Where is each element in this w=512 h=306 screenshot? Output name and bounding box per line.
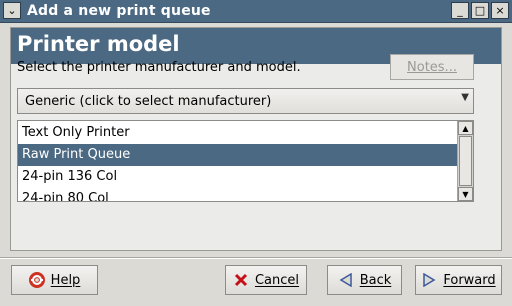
forward-button[interactable]: Forward <box>415 265 502 295</box>
manufacturer-value: Generic (click to select manufacturer) <box>25 94 272 109</box>
list-item-selected[interactable]: Raw Print Queue <box>18 144 457 166</box>
list-scrollbar[interactable]: ▲ ▼ <box>457 121 473 201</box>
maximize-icon: □ <box>474 4 486 17</box>
back-label: Back <box>359 272 392 288</box>
notes-label: Notes... <box>407 59 457 75</box>
minimize-icon: _ <box>457 4 463 17</box>
notes-button[interactable]: Notes... <box>390 54 474 80</box>
footer-separator <box>0 257 512 259</box>
title-bar: ⌄ Add a new print queue _ □ × <box>0 0 512 23</box>
minimize-button[interactable]: _ <box>451 2 469 19</box>
scroll-down-button[interactable]: ▼ <box>458 187 473 201</box>
list-item[interactable]: Text Only Printer <box>18 122 457 144</box>
instruction-label: Select the printer manufacturer and mode… <box>17 60 301 75</box>
manufacturer-combo[interactable]: Generic (click to select manufacturer) ▼ <box>17 88 474 114</box>
page-title: Printer model <box>17 32 180 56</box>
list-item[interactable]: 24-pin 136 Col <box>18 166 457 188</box>
cancel-label: Cancel <box>254 272 300 288</box>
arrow-down-icon: ▼ <box>462 189 469 199</box>
lifebuoy-icon <box>28 272 45 288</box>
forward-label: Forward <box>443 272 496 288</box>
list-item[interactable]: 24-pin 80 Col <box>18 188 457 201</box>
chevron-down-icon: ⌄ <box>7 4 17 17</box>
model-list[interactable]: Text Only Printer Raw Print Queue 24-pin… <box>17 120 474 202</box>
scroll-thumb[interactable] <box>459 136 472 186</box>
arrow-right-icon <box>421 272 437 288</box>
window-title: Add a new print queue <box>27 3 211 19</box>
close-button[interactable]: × <box>491 2 509 19</box>
arrow-left-icon <box>338 272 354 288</box>
dropdown-arrow-icon: ▼ <box>461 92 469 103</box>
arrow-up-icon: ▲ <box>462 123 469 133</box>
x-icon <box>233 272 249 288</box>
help-label: Help <box>50 272 81 288</box>
cancel-button[interactable]: Cancel <box>225 265 307 295</box>
close-icon: × <box>495 4 505 17</box>
help-button[interactable]: Help <box>11 265 98 295</box>
scroll-up-button[interactable]: ▲ <box>458 121 473 135</box>
window-menu-button[interactable]: ⌄ <box>3 2 21 19</box>
maximize-button[interactable]: □ <box>471 2 489 19</box>
back-button[interactable]: Back <box>327 265 402 295</box>
